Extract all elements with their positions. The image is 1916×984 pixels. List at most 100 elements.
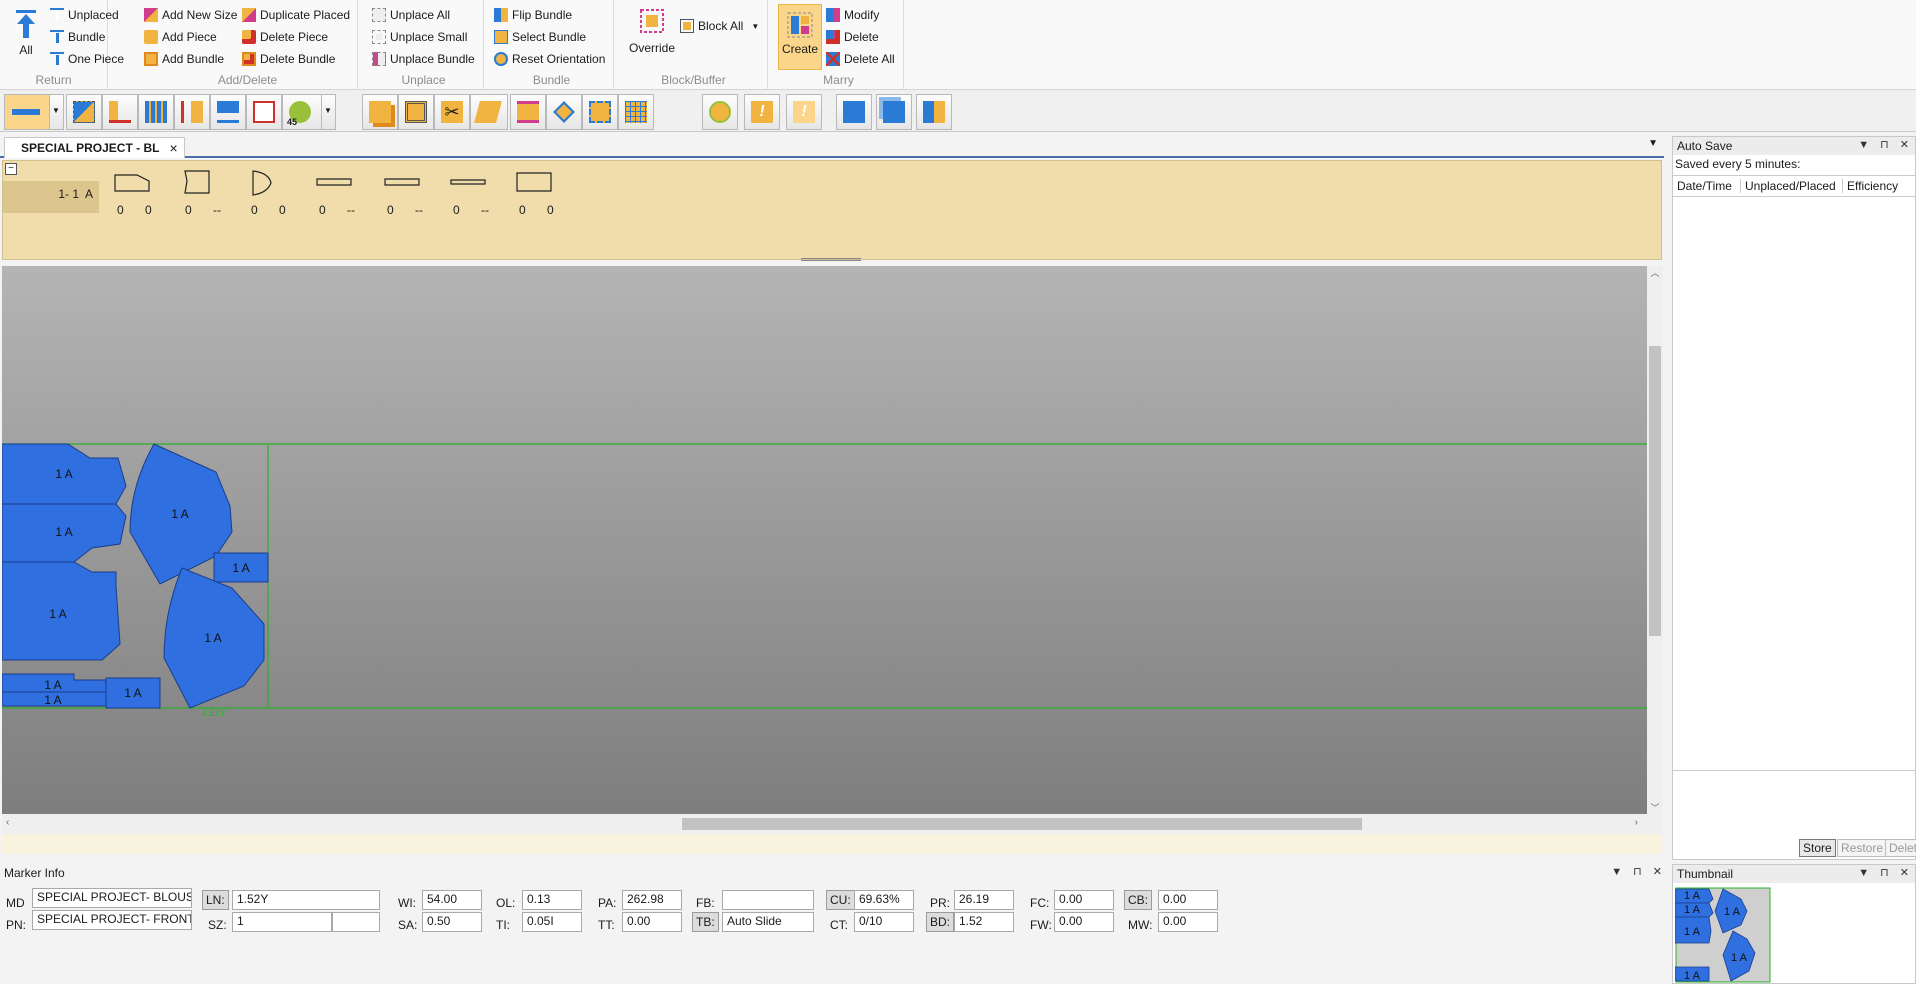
vertical-scroll-thumb[interactable] (1649, 346, 1661, 636)
marry-modify-button[interactable]: Modify (826, 5, 879, 25)
dropdown-arrow-icon[interactable]: ▼ (751, 22, 759, 31)
ln-label[interactable]: LN: (202, 890, 229, 910)
create-button[interactable]: Create (778, 4, 822, 70)
block-all-button[interactable]: Block All ▼ (680, 16, 759, 36)
overlap-button[interactable] (362, 94, 398, 130)
warning-button[interactable]: ! (744, 94, 780, 130)
delete-piece-button[interactable]: Delete Piece (242, 27, 328, 47)
md-field[interactable]: SPECIAL PROJECT- BLOUSE (32, 888, 192, 908)
unplace-bundle-button[interactable]: Unplace Bundle (372, 49, 475, 69)
wi-field[interactable]: 54.00 (422, 890, 482, 910)
ol-field[interactable]: 0.13 (522, 890, 582, 910)
scroll-up-icon[interactable]: ︿ (1647, 266, 1663, 279)
grid-button[interactable] (618, 94, 654, 130)
slide-tool-button[interactable] (4, 94, 50, 130)
piece-label[interactable]: 1 A (44, 693, 61, 707)
marker-canvas[interactable]: 1 A1 A1 A1 A1 A1 A1 A1 A1 A 1.52Y (2, 266, 1647, 814)
spread-button[interactable] (470, 94, 508, 130)
fc-field[interactable]: 0.00 (1054, 890, 1114, 910)
piece-label[interactable]: 1 A (55, 467, 72, 481)
diamond-button[interactable] (546, 94, 582, 130)
sa-field[interactable]: 0.50 (422, 912, 482, 932)
bd-field[interactable]: 1.52 (954, 912, 1014, 932)
sz-field-2[interactable] (332, 912, 380, 932)
reset-orientation-button[interactable]: Reset Orientation (494, 49, 605, 69)
vertical-scrollbar[interactable]: ︿ ﹀ (1647, 266, 1663, 814)
scroll-right-icon[interactable]: › (1635, 817, 1638, 828)
piece-thumbnail[interactable]: 0 -- (449, 169, 489, 225)
warning-alt-button[interactable]: ! (786, 94, 822, 130)
marker-length-readout[interactable]: 1.52Y (202, 708, 226, 718)
piece-thumbnail[interactable]: 00 (247, 169, 287, 225)
marry-delete-all-button[interactable]: Delete All (826, 49, 895, 69)
col-date-time[interactable]: Date/Time (1673, 179, 1741, 193)
cb-field[interactable]: 0.00 (1158, 890, 1218, 910)
tb-label[interactable]: TB: (692, 912, 719, 932)
add-bundle-button[interactable]: Add Bundle (144, 49, 224, 69)
ti-field[interactable]: 0.05I (522, 912, 582, 932)
piece-thumbnail[interactable]: 00 (113, 169, 153, 225)
close-icon[interactable]: × (169, 140, 177, 156)
select-bundle-button[interactable]: Select Bundle (494, 27, 586, 47)
col-unplaced-placed[interactable]: Unplaced/Placed (1741, 179, 1843, 193)
pa-field[interactable]: 262.98 (622, 890, 682, 910)
move-piece-button[interactable] (102, 94, 138, 130)
align-button[interactable] (510, 94, 546, 130)
piece-thumbnail[interactable]: 0 -- (181, 169, 221, 225)
tab-special-project[interactable]: SPECIAL PROJECT - BL × (4, 137, 185, 158)
thumbnail-preview[interactable]: 1 A 1 A 1 A 1 A 1 A 1 A (1675, 887, 1915, 983)
piece-label[interactable]: 1 A (44, 678, 61, 692)
collapse-icon[interactable]: − (5, 163, 17, 175)
ruler-button[interactable] (138, 94, 174, 130)
add-piece-button[interactable]: Add Piece (144, 27, 217, 47)
duplicate-placed-button[interactable]: Duplicate Placed (242, 5, 350, 25)
piece-thumbnail[interactable]: 00 (515, 169, 555, 225)
horizontal-scrollbar[interactable]: ‹ › (2, 814, 1662, 834)
zoom-fit-button[interactable] (582, 94, 618, 130)
scroll-left-icon[interactable]: ‹ (6, 817, 9, 828)
cu-field[interactable]: 69.63% (854, 890, 914, 910)
piece-thumbnail[interactable]: 0 -- (383, 169, 423, 225)
select-window-button[interactable] (66, 94, 102, 130)
piece-label[interactable]: 1 A (55, 525, 72, 539)
unplace-small-button[interactable]: Unplace Small (372, 27, 467, 47)
return-one-piece-button[interactable]: One Piece (50, 49, 124, 69)
fold-piece-button[interactable] (246, 94, 282, 130)
panel-controls[interactable]: ▼ ⊓ ✕ (1858, 866, 1913, 879)
window-menu-icon[interactable]: ▼ (1648, 138, 1658, 149)
sz-field[interactable]: 1 (232, 912, 332, 932)
restore-button[interactable]: Restore (1837, 839, 1888, 857)
slide-dropdown-button[interactable]: ▼ (50, 94, 64, 130)
pr-field[interactable]: 26.19 (954, 890, 1014, 910)
piece-label[interactable]: 1 A (171, 507, 188, 521)
horizontal-scroll-thumb[interactable] (682, 818, 1362, 830)
buffer-button[interactable] (398, 94, 434, 130)
return-all-button[interactable]: All (6, 8, 46, 57)
tb-field[interactable]: Auto Slide (722, 912, 814, 932)
override-button[interactable]: Override (624, 8, 680, 55)
bd-label[interactable]: BD: (926, 912, 955, 932)
piece-label[interactable]: 1 A (124, 686, 141, 700)
panel-controls[interactable]: ▼ ⊓ ✕ (1858, 138, 1913, 151)
piece-label[interactable]: 1 A (232, 561, 249, 575)
piece-label[interactable]: 1 A (204, 631, 221, 645)
marry-delete-button[interactable]: Delete (826, 27, 879, 47)
cu-label[interactable]: CU: (826, 890, 855, 910)
store-button[interactable]: Store (1799, 839, 1836, 857)
piece-thumbnail[interactable]: 0 -- (315, 169, 355, 225)
return-bundle-button[interactable]: Bundle (50, 27, 105, 47)
view-double-button[interactable] (876, 94, 912, 130)
push-down-button[interactable] (210, 94, 246, 130)
fb-field[interactable] (722, 890, 814, 910)
fw-field[interactable]: 0.00 (1054, 912, 1114, 932)
ln-field[interactable]: 1.52Y (232, 890, 380, 910)
panel-controls[interactable]: ▼ ⊓ ✕ (1611, 865, 1666, 878)
unplace-all-button[interactable]: Unplace All (372, 5, 450, 25)
delete-bundle-button[interactable]: Delete Bundle (242, 49, 335, 69)
mw-field[interactable]: 0.00 (1158, 912, 1218, 932)
rotate-45-button[interactable]: 45 (282, 94, 322, 130)
return-unplaced-button[interactable]: Unplaced (50, 5, 119, 25)
tt-field[interactable]: 0.00 (622, 912, 682, 932)
flip-bundle-button[interactable]: Flip Bundle (494, 5, 572, 25)
col-efficiency[interactable]: Efficiency (1843, 179, 1913, 193)
